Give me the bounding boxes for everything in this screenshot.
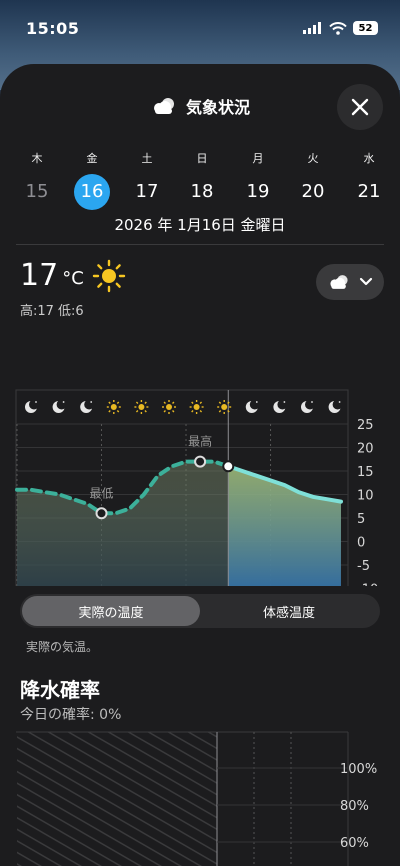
moon-icon <box>328 399 343 413</box>
chevron-down-icon <box>359 277 373 286</box>
day-selector: 木 15 金 16 土 17 日 18 月 19 火 20 水 21 <box>0 150 400 210</box>
sun-icon <box>162 400 176 414</box>
sun-icon <box>106 400 121 414</box>
full-date: 2026 年 1月16日 金曜日 <box>114 216 286 234</box>
close-icon <box>351 98 369 116</box>
cloud-icon <box>330 275 348 289</box>
day-of-week: 水 <box>363 152 375 165</box>
day-17[interactable]: 土 17 <box>122 150 172 210</box>
sheet-header: 気象状況 <box>0 84 400 130</box>
y-tick-label: 20 <box>357 442 374 457</box>
y-tick-label: 25 <box>357 418 374 433</box>
moon-icon <box>273 399 288 413</box>
divider <box>16 244 384 245</box>
toggle-feels-like[interactable]: 体感温度 <box>200 596 378 626</box>
day-of-week: 木 <box>31 152 43 165</box>
sun-icon <box>217 400 232 414</box>
day-of-week: 月 <box>252 152 264 165</box>
temperature-chart-svg: 2520151050-5-10-15最低最高0 時6 時12 時18 時 <box>15 389 378 647</box>
day-16[interactable]: 金 16 <box>67 150 117 210</box>
day-number: 20 <box>301 181 325 202</box>
moon-icon <box>25 399 39 413</box>
max-label: 最高 <box>188 434 212 449</box>
past-hatch-area <box>17 732 217 866</box>
precipitation-chart-svg: 100% 80% 60% <box>16 731 377 866</box>
sun-icon <box>189 400 204 414</box>
day-21[interactable]: 水 21 <box>344 150 394 210</box>
max-marker <box>194 455 207 468</box>
day-number: 15 <box>25 181 49 202</box>
status-bar: 15:05 52 <box>0 0 400 56</box>
y-tick-label: 60% <box>340 836 369 851</box>
precipitation-chart: 100% 80% 60% <box>0 728 400 866</box>
sheet-title: 気象状況 <box>185 98 250 117</box>
toggle-actual-temp[interactable]: 実際の温度 <box>22 596 200 626</box>
day-of-week: 金 <box>86 152 98 165</box>
battery-level: 52 <box>358 22 373 34</box>
temperature-chart: 2520151050-5-10-15最低最高0 時6 時12 時18 時 <box>0 326 400 647</box>
temperature-value: 17 <box>20 258 59 293</box>
battery-icon: 52 <box>353 21 378 35</box>
min-marker <box>95 507 108 520</box>
status-icons: 52 <box>303 21 378 35</box>
day-of-week: 火 <box>307 152 319 165</box>
condition-menu-button[interactable] <box>316 264 384 300</box>
precipitation-subtitle: 今日の確率: 0% <box>20 707 122 723</box>
cloud-icon <box>153 98 174 114</box>
moon-icon <box>245 399 260 413</box>
moon-icon <box>52 399 67 413</box>
day-number: 21 <box>357 181 381 202</box>
moon-icon <box>80 399 95 413</box>
toggle-description: 実際の気温。 <box>26 640 99 654</box>
y-tick-label: 5 <box>357 512 365 527</box>
sun-icon <box>92 259 125 292</box>
y-tick-label: 10 <box>357 489 374 504</box>
day-number: 19 <box>246 181 270 202</box>
status-time: 15:05 <box>26 18 80 38</box>
temperature-unit: °C <box>62 268 84 289</box>
y-tick-label: -5 <box>357 559 370 574</box>
y-tick-label: 80% <box>340 799 369 814</box>
close-button[interactable] <box>337 84 383 130</box>
day-15[interactable]: 木 15 <box>12 150 62 210</box>
day-of-week: 日 <box>196 152 208 165</box>
day-19[interactable]: 月 19 <box>233 150 283 210</box>
signal-icon <box>303 22 321 34</box>
day-18[interactable]: 日 18 <box>177 150 227 210</box>
day-20[interactable]: 火 20 <box>288 150 338 210</box>
y-tick-label: -10 <box>357 583 378 587</box>
high-low: 高:17 低:6 <box>20 304 84 319</box>
wifi-icon <box>329 21 347 35</box>
sun-icon <box>134 400 149 414</box>
day-number: 17 <box>135 181 159 202</box>
current-temperature: 17 °C <box>20 258 126 293</box>
temperature-type-toggle: 実際の温度 体感温度 <box>20 594 380 628</box>
weather-sheet: 気象状況 木 15 金 16 土 17 日 18 月 19 火 20 水 21 2026 年 1月16日 … <box>0 64 400 866</box>
precipitation-title: 降水確率 <box>20 678 100 702</box>
day-number: 16 <box>74 174 110 210</box>
y-tick-label: 0 <box>357 536 365 551</box>
day-number: 18 <box>190 181 214 202</box>
day-of-week: 土 <box>141 152 153 165</box>
moon-icon <box>301 399 315 413</box>
min-label: 最低 <box>90 486 114 500</box>
now-marker <box>222 460 235 473</box>
y-tick-label: 15 <box>357 465 374 480</box>
y-tick-label: 100% <box>340 762 377 777</box>
